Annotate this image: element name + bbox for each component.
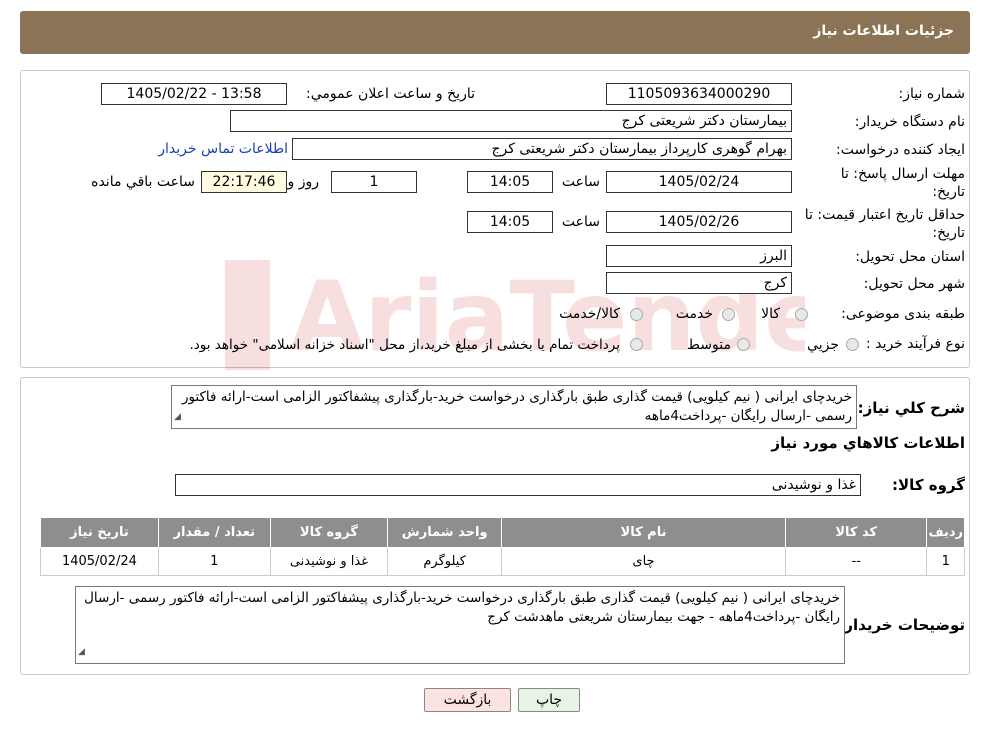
resize-grip-icon[interactable]: ◢ [78, 643, 85, 662]
cell-goods-name: چای [501, 547, 786, 576]
days-and-label: روز و [287, 174, 320, 190]
cell-goods-group: غذا و نوشیدنی [269, 547, 389, 576]
goods-info-heading: اطلاعات كالاهاي مورد نياز [771, 434, 965, 452]
table-header-row: ردیف کد کالا نام کالا واحد شمارش گروه کا… [40, 517, 965, 548]
goods-table: ردیف کد کالا نام کالا واحد شمارش گروه کا… [40, 517, 965, 576]
page-header: جزئیات اطلاعات نیاز [20, 11, 970, 54]
reply-days-field: 1 [331, 171, 417, 193]
cell-quantity: 1 [157, 547, 271, 576]
province-label: استان محل تحویل: [855, 249, 965, 265]
cell-unit: کیلوگرم [387, 547, 503, 576]
resize-grip-icon[interactable]: ◢ [174, 408, 181, 427]
reply-time-field: 14:05 [467, 171, 553, 193]
price-validity-label-2: تاریخ: [932, 225, 965, 241]
goods-group-label: گروه كالا: [892, 476, 965, 494]
category-radio-goods[interactable] [795, 308, 808, 321]
purchase-radio-medium[interactable] [737, 338, 750, 351]
category-radio-service[interactable] [722, 308, 735, 321]
col-row-number: ردیف [926, 517, 965, 548]
buyer-org-field: بیمارستان دکتر شریعتی کرج [230, 110, 792, 132]
print-button[interactable]: چاپ [518, 688, 580, 712]
buyer-notes-text: خریدچای ایرانی ( نیم کیلویی) قیمت گذاری … [84, 590, 840, 625]
category-option-goods: کالا [761, 306, 780, 322]
city-field: کرج [606, 272, 792, 294]
general-desc-text: خریدچای ایرانی ( نیم کیلویی) قیمت گذاری … [181, 389, 852, 424]
purchase-option-medium: متوسط [687, 337, 731, 353]
purchase-type-label: نوع فرآیند خرید : [866, 336, 965, 352]
price-validity-label: حداقل تاریخ اعتبار قیمت: تا [804, 207, 965, 223]
reply-date-field: 1405/02/24 [606, 171, 792, 193]
general-desc-textarea[interactable]: خریدچای ایرانی ( نیم کیلویی) قیمت گذاری … [171, 385, 857, 429]
need-number-label: شماره نیاز: [898, 86, 966, 102]
col-unit: واحد شمارش [387, 517, 503, 548]
purchase-option-small: جزیي [807, 337, 839, 353]
cell-goods-code: -- [784, 547, 928, 576]
col-quantity: تعداد / مقدار [157, 517, 271, 548]
requester-field: بهرام گوهری کارپرداز بیمارستان دکتر شریع… [292, 138, 792, 160]
remaining-label: ساعت باقي مانده [91, 174, 195, 190]
category-option-service: خدمت [675, 306, 713, 322]
cell-need-date: 1405/02/24 [40, 547, 159, 576]
buyer-contact-link[interactable]: اطلاعات تماس خریدار [158, 141, 288, 157]
reply-deadline-label: مهلت ارسال پاسخ: تا [840, 166, 965, 182]
announce-datetime-field: 1405/02/22 - 13:58 [101, 83, 287, 105]
page-title: جزئیات اطلاعات نیاز [813, 23, 954, 39]
table-row: 1 -- چای کیلوگرم غذا و نوشیدنی 1 1405/02… [40, 547, 965, 576]
goods-group-field: غذا و نوشیدنی [175, 474, 861, 496]
cell-row-number: 1 [926, 547, 965, 576]
price-time-field: 14:05 [467, 211, 553, 233]
need-number-field: 1105093634000290 [606, 83, 792, 105]
remaining-time-field: 22:17:46 [201, 171, 287, 193]
price-date-field: 1405/02/26 [606, 211, 792, 233]
category-option-goods-service: کالا/خدمت [559, 306, 620, 322]
category-radio-goods-service[interactable] [630, 308, 643, 321]
city-label: شهر محل تحویل: [863, 276, 965, 292]
announce-datetime-label: تاریخ و ساعت اعلان عمومي: [306, 86, 475, 102]
category-label: طبقه بندی موضوعی: [841, 306, 965, 322]
col-goods-group: گروه کالا [269, 517, 389, 548]
col-need-date: تاریخ نیاز [40, 517, 159, 548]
requester-label: ایجاد کننده درخواست: [836, 142, 965, 158]
general-desc-label: شرح كلي نياز: [857, 399, 965, 417]
buyer-org-label: نام دستگاه خریدار: [854, 114, 965, 130]
purchase-note: پرداخت تمام یا بخشی از مبلغ خرید،از محل … [189, 337, 620, 353]
back-button[interactable]: بازگشت [424, 688, 511, 712]
reply-deadline-label-2: تاریخ: [932, 184, 965, 200]
price-time-label: ساعت [561, 214, 600, 230]
col-goods-name: نام کالا [501, 517, 786, 548]
purchase-radio-treasury[interactable] [630, 338, 643, 351]
buyer-notes-textarea[interactable]: خریدچای ایرانی ( نیم کیلویی) قیمت گذاری … [75, 586, 845, 664]
reply-time-label: ساعت [561, 174, 600, 190]
buyer-notes-label: توضیحات خریدار: [838, 616, 965, 634]
purchase-radio-small[interactable] [846, 338, 859, 351]
province-field: البرز [606, 245, 792, 267]
col-goods-code: کد کالا [784, 517, 928, 548]
